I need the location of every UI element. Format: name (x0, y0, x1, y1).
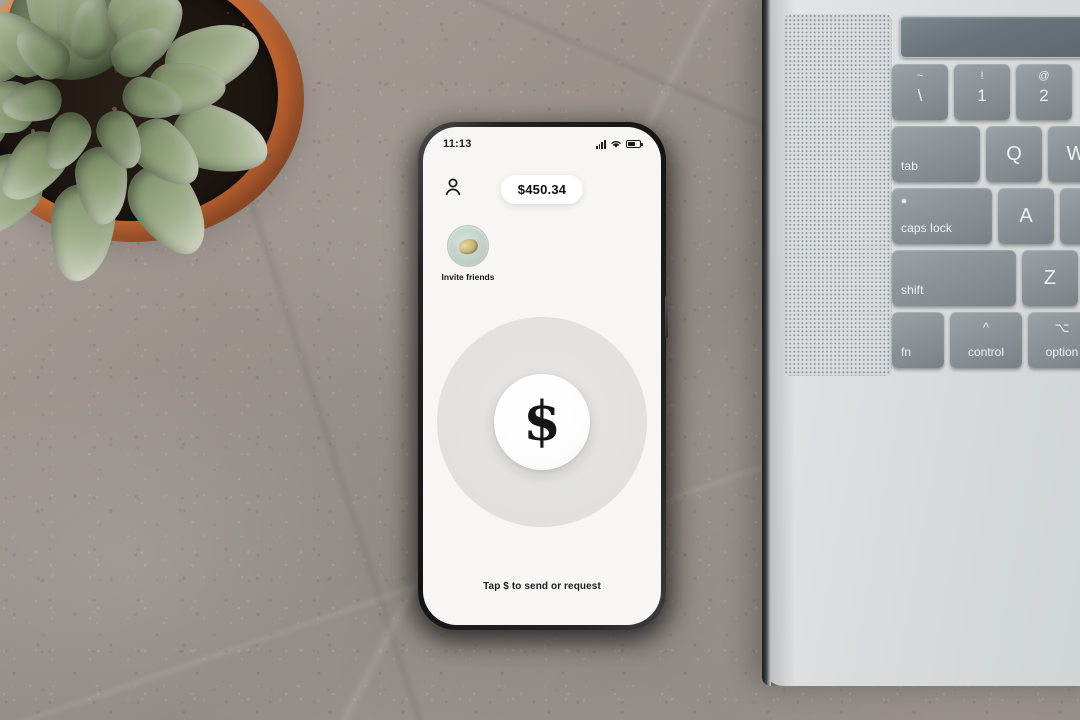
key-primary-glyph: \ (892, 87, 948, 104)
laptop-speaker-grille (784, 14, 892, 376)
key-modifier-glyph: ⌥ (1028, 320, 1080, 336)
invite-emblem (457, 236, 479, 256)
key-letter-glyph: Q (986, 126, 1042, 182)
key-fn[interactable]: fn (892, 312, 944, 368)
balance-pill[interactable]: $450.34 (501, 175, 583, 204)
key-label: caps lock (901, 221, 952, 235)
soil-speck (242, 23, 245, 26)
key-secondary-glyph: @ (1016, 71, 1072, 82)
laptop: ~\!1@2tabQWcaps lockASshiftZXfn^control⌥… (762, 0, 1080, 686)
key-label: control (950, 345, 1022, 359)
phone-side-button[interactable] (665, 296, 668, 338)
key-primary-glyph: 1 (954, 87, 1010, 104)
caps-lock-indicator-icon (902, 199, 906, 203)
wifi-icon (610, 139, 622, 149)
key-capslock[interactable]: caps lock (892, 188, 992, 244)
key-w[interactable]: W (1048, 126, 1080, 182)
key-letter-glyph: Z (1022, 250, 1078, 306)
key-q[interactable]: Q (986, 126, 1042, 182)
profile-avatar-button[interactable] (441, 175, 465, 199)
phone-screen[interactable]: 11:13 $450.34 Invite friends $ Tap $ to … (423, 127, 661, 625)
battery-icon (626, 140, 641, 148)
key-tilde[interactable]: ~ \ (892, 64, 948, 120)
key-option[interactable]: ⌥ option (1028, 312, 1080, 368)
key-secondary-glyph: ! (954, 71, 1010, 82)
key-label: fn (901, 345, 911, 359)
key-label: option (1028, 345, 1080, 359)
status-bar: 11:13 (423, 127, 661, 161)
laptop-keyboard[interactable]: ~\!1@2tabQWcaps lockASshiftZXfn^control⌥… (892, 64, 1080, 374)
laptop-touch-bar[interactable] (900, 16, 1080, 58)
soil-speck (227, 12, 230, 15)
signal-icon (596, 140, 606, 149)
laptop-left-edge (762, 0, 771, 686)
key-z[interactable]: Z (1022, 250, 1078, 306)
key-one[interactable]: ! 1 (954, 64, 1010, 120)
key-primary-glyph: 2 (1016, 87, 1072, 104)
key-two[interactable]: @2 (1016, 64, 1072, 120)
action-circle-backdrop: $ (437, 317, 647, 527)
action-hint-text: Tap $ to send or request (423, 581, 661, 592)
key-secondary-glyph: ~ (892, 71, 948, 82)
status-bar-clock: 11:13 (443, 138, 472, 150)
key-label: shift (901, 283, 924, 297)
key-label: tab (901, 159, 918, 173)
dollar-sign-icon: $ (523, 394, 561, 448)
key-letter-glyph: S (1060, 188, 1080, 244)
key-s[interactable]: S (1060, 188, 1080, 244)
key-a[interactable]: A (998, 188, 1054, 244)
key-letter-glyph: W (1048, 126, 1080, 182)
status-bar-icons (596, 139, 641, 149)
key-tab[interactable]: tab (892, 126, 980, 182)
dollar-action-button[interactable]: $ (494, 374, 590, 470)
invite-friends-button[interactable]: Invite friends (435, 225, 501, 282)
invite-friends-icon (447, 225, 489, 267)
person-icon (441, 175, 465, 199)
invite-friends-label: Invite friends (435, 272, 501, 282)
key-modifier-glyph: ^ (950, 320, 1022, 335)
key-letter-glyph: A (998, 188, 1054, 244)
soil-speck (266, 154, 271, 158)
key-shift[interactable]: shift (892, 250, 1016, 306)
smartphone: 11:13 $450.34 Invite friends $ Tap $ to … (418, 122, 666, 630)
key-control[interactable]: ^ control (950, 312, 1022, 368)
succulent-plant (0, 0, 320, 256)
